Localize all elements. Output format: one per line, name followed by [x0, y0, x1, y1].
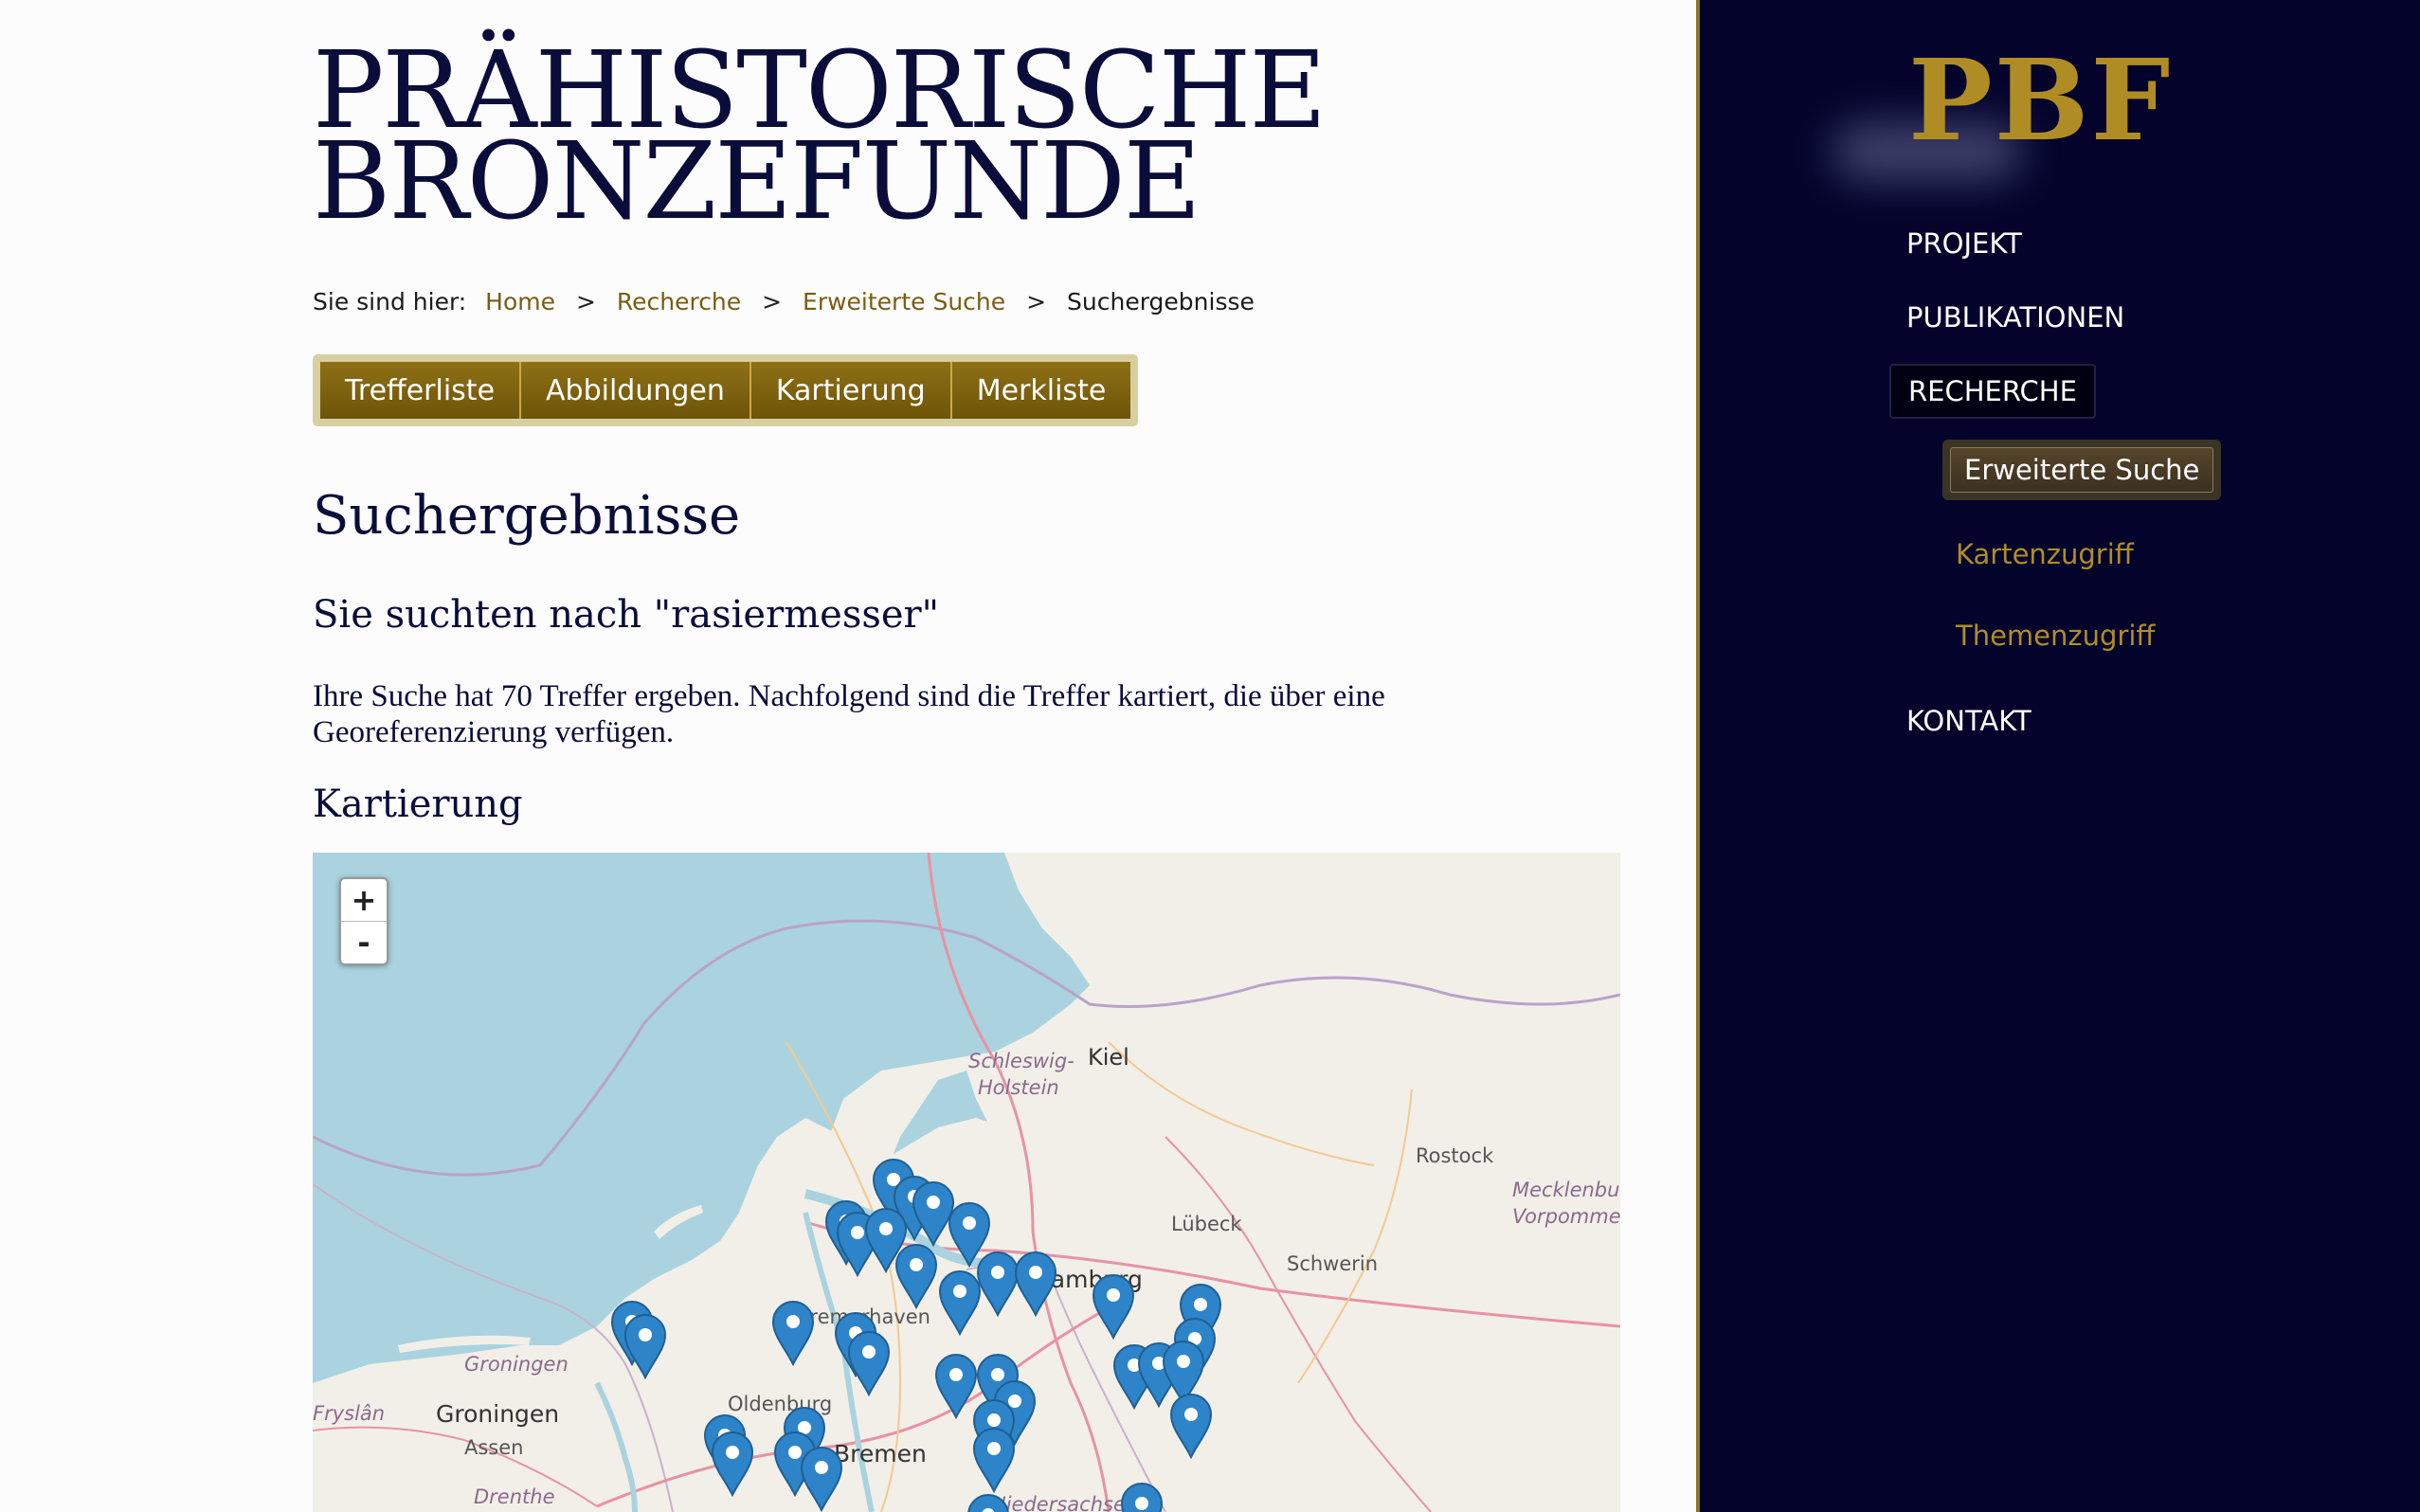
- map-marker[interactable]: [972, 1427, 1016, 1494]
- nav-item-recherche[interactable]: RECHERCHE: [1889, 364, 2096, 419]
- tab-merkliste[interactable]: Merkliste: [951, 362, 1131, 419]
- breadcrumb-prefix: Sie sind hier:: [313, 288, 467, 315]
- map-label-groningen-region: Groningen: [464, 1353, 569, 1376]
- map-label-drenthe: Drenthe: [474, 1485, 555, 1508]
- tab-trefferliste[interactable]: Trefferliste: [320, 362, 522, 419]
- tab-kartierung[interactable]: Kartierung: [750, 362, 952, 419]
- map-label-assen: Assen: [464, 1436, 524, 1459]
- map-label-schwerin: Schwerin: [1287, 1252, 1379, 1275]
- map-label-schleswig-holstein-1: Schleswig-: [968, 1050, 1075, 1072]
- zoom-out-button[interactable]: -: [341, 922, 387, 963]
- search-query-heading: Sie suchten nach "rasiermesser": [313, 593, 940, 637]
- breadcrumb-erweiterte-suche-link[interactable]: Erweiterte Suche: [803, 288, 1005, 315]
- map-marker[interactable]: [623, 1313, 667, 1380]
- map-label-schleswig-holstein-2: Holstein: [978, 1076, 1059, 1099]
- map-zoom-control: + -: [339, 877, 388, 965]
- breadcrumb-separator: >: [1026, 288, 1047, 315]
- map-island-2: [1308, 897, 1465, 982]
- map-label-niedersachsen: Niedersachsen: [991, 1493, 1139, 1512]
- breadcrumb-current: Suchergebnisse: [1067, 288, 1255, 315]
- map-label-friesland: Fryslân: [313, 1402, 386, 1425]
- subnav-item-themenzugriff[interactable]: Themenzugriff: [1956, 620, 2155, 652]
- map-marker[interactable]: [711, 1431, 754, 1498]
- tab-abbildungen[interactable]: Abbildungen: [521, 362, 751, 419]
- logo[interactable]: PBF: [1908, 34, 2172, 166]
- map-label-bremen: Bremen: [834, 1440, 927, 1467]
- map-heading: Kartierung: [313, 783, 523, 826]
- map-marker[interactable]: [771, 1300, 815, 1367]
- map-island-frisian-2: [654, 1205, 703, 1239]
- page-title: Suchergebnisse: [313, 485, 741, 547]
- map-marker[interactable]: [1169, 1393, 1213, 1460]
- breadcrumb-home-link[interactable]: Home: [485, 288, 555, 315]
- main-content: PRÄHISTORISCHE BRONZEFUNDE Sie sind hier…: [0, 0, 1696, 1512]
- map-border-1: [313, 927, 787, 1177]
- site-title[interactable]: PRÄHISTORISCHE BRONZEFUNDE: [313, 38, 1327, 243]
- subnav-item-erweiterte-suche-label: Erweiterte Suche: [1950, 447, 2214, 493]
- map-label-luebeck: Lübeck: [1171, 1213, 1242, 1235]
- subnav-item-kartenzugriff[interactable]: Kartenzugriff: [1956, 538, 2134, 570]
- breadcrumb-separator: >: [762, 288, 783, 315]
- nav-item-kontakt[interactable]: KONTAKT: [1906, 705, 2032, 737]
- result-tabs: Trefferliste Abbildungen Kartierung Merk…: [313, 354, 1139, 426]
- breadcrumb: Sie sind hier: Home > Recherche > Erweit…: [313, 288, 1255, 315]
- map-marker[interactable]: [966, 1493, 1010, 1512]
- results-map[interactable]: + - Kiel Schleswig- Holstein Rostock Mec…: [313, 853, 1620, 1512]
- map-label-rostock: Rostock: [1416, 1144, 1494, 1167]
- map-marker[interactable]: [938, 1269, 982, 1337]
- result-summary: Ihre Suche hat 70 Treffer ergeben. Nachf…: [313, 679, 1385, 749]
- map-label-kiel: Kiel: [1088, 1044, 1129, 1071]
- map-label-mecklenburg-1: Mecklenburg: [1512, 1179, 1620, 1201]
- nav-item-projekt[interactable]: PROJEKT: [1906, 227, 2022, 260]
- map-label-groningen: Groningen: [436, 1400, 560, 1428]
- map-label-mecklenburg-2: Vorpommern: [1512, 1205, 1620, 1228]
- zoom-in-button[interactable]: +: [341, 879, 387, 922]
- map-marker[interactable]: [1014, 1251, 1057, 1318]
- nav-item-publikationen[interactable]: PUBLIKATIONEN: [1906, 301, 2124, 333]
- site-title-line-2: BRONZEFUNDE: [313, 120, 1201, 243]
- map-marker[interactable]: [847, 1330, 891, 1397]
- map-marker[interactable]: [800, 1446, 843, 1512]
- breadcrumb-separator: >: [575, 288, 596, 315]
- subnav-item-erweiterte-suche[interactable]: Erweiterte Suche: [1942, 440, 2222, 500]
- map-marker[interactable]: [1092, 1273, 1135, 1341]
- map-marker[interactable]: [1120, 1482, 1164, 1512]
- breadcrumb-recherche-link[interactable]: Recherche: [617, 288, 741, 315]
- page: PRÄHISTORISCHE BRONZEFUNDE Sie sind hier…: [0, 0, 2420, 1512]
- sidebar: PBF PROJEKT PUBLIKATIONEN RECHERCHE Erwe…: [1696, 0, 2420, 1512]
- map-marker[interactable]: [894, 1243, 938, 1310]
